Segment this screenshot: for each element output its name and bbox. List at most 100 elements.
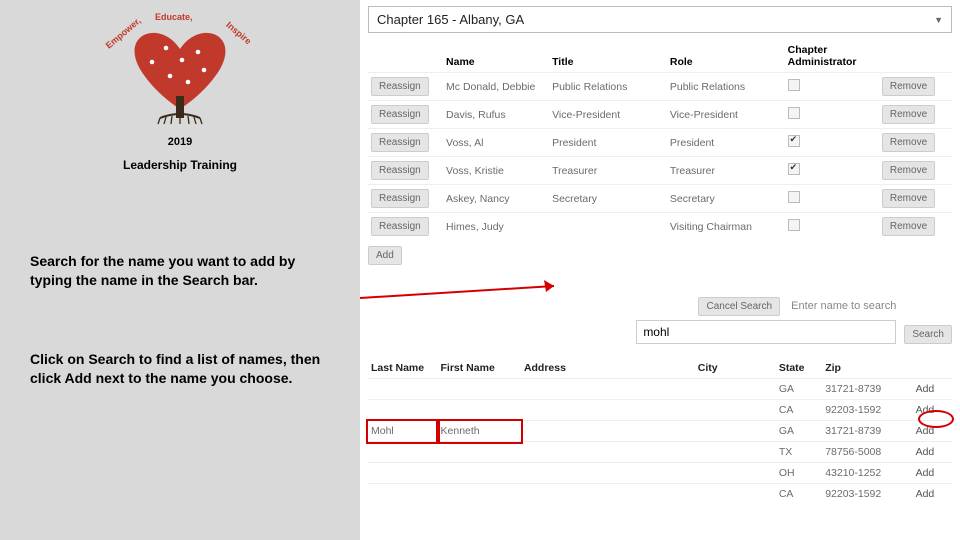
cell-role: President — [667, 129, 785, 157]
col-address: Address — [521, 358, 695, 379]
col-first: First Name — [438, 358, 521, 379]
table-row: ReassignAskey, NancySecretarySecretaryRe… — [368, 185, 952, 213]
admin-checkbox[interactable] — [788, 219, 800, 231]
admin-checkbox[interactable] — [788, 135, 800, 147]
result-row: TX78756-5008Add — [368, 442, 952, 463]
cell-name: Himes, Judy — [443, 213, 549, 241]
add-result-button[interactable]: Add — [916, 383, 935, 395]
table-row: ReassignVoss, AlPresidentPresidentRemove — [368, 129, 952, 157]
remove-button[interactable]: Remove — [882, 77, 935, 96]
cell-title — [549, 213, 667, 241]
col-zip: Zip — [822, 358, 912, 379]
search-bar: Cancel Search Enter name to search Searc… — [368, 297, 952, 344]
col-title: Title — [549, 41, 667, 73]
remove-button[interactable]: Remove — [882, 189, 935, 208]
instruction-2: Click on Search to find a list of names,… — [30, 350, 330, 388]
add-result-button[interactable]: Add — [916, 425, 935, 437]
reassign-button[interactable]: Reassign — [371, 133, 429, 152]
cell-zip: 92203-1592 — [822, 400, 912, 421]
cell-role: Visiting Chairman — [667, 213, 785, 241]
cell-role: Vice-President — [667, 101, 785, 129]
cell-last — [368, 442, 438, 463]
add-result-button[interactable]: Add — [916, 467, 935, 479]
cell-first — [438, 400, 521, 421]
members-table: Name Title Role ChapterAdministrator Rea… — [368, 41, 952, 240]
add-member-bar: Add — [368, 246, 952, 265]
remove-button[interactable]: Remove — [882, 161, 935, 180]
col-role: Role — [667, 41, 785, 73]
logo: Empower, Educate, Inspire — [100, 14, 260, 134]
add-result-button[interactable]: Add — [916, 488, 935, 500]
cell-city — [695, 484, 776, 505]
table-row: Reassign Mc Donald, DebbiePublic Relation… — [368, 73, 952, 101]
col-name: Name — [443, 41, 549, 73]
col-city: City — [695, 358, 776, 379]
cell-first — [438, 442, 521, 463]
add-result-button[interactable]: Add — [916, 446, 935, 458]
add-button[interactable]: Add — [368, 246, 402, 265]
sidebar: Empower, Educate, Inspire 2019 Leadershi… — [0, 0, 360, 540]
col-state: State — [776, 358, 822, 379]
search-input[interactable] — [636, 320, 896, 344]
cell-last — [368, 463, 438, 484]
cell-address — [521, 484, 695, 505]
table-row: ReassignDavis, RufusVice-PresidentVice-P… — [368, 101, 952, 129]
table-row: Reassign Himes, Judy Visiting Chairman Remo… — [368, 213, 952, 241]
cell-last — [368, 379, 438, 400]
cell-zip: 92203-1592 — [822, 484, 912, 505]
logo-block: Empower, Educate, Inspire 2019 — [30, 10, 330, 148]
cell-address — [521, 463, 695, 484]
chapter-dropdown-value: Chapter 165 - Albany, GA — [377, 12, 524, 27]
reassign-button[interactable]: Reassign — [371, 77, 429, 96]
cell-last — [368, 400, 438, 421]
cell-title: President — [549, 129, 667, 157]
admin-checkbox[interactable] — [788, 79, 800, 91]
remove-button[interactable]: Remove — [882, 105, 935, 124]
chevron-down-icon: ▼ — [934, 15, 943, 25]
cell-first — [438, 379, 521, 400]
cell-zip: 43210-1252 — [822, 463, 912, 484]
reassign-button[interactable]: Reassign — [371, 189, 429, 208]
add-result-button[interactable]: Add — [916, 404, 935, 416]
cell-last: Mohl — [368, 421, 438, 442]
cell-name: Davis, Rufus — [443, 101, 549, 129]
cell-title: Vice-President — [549, 101, 667, 129]
reassign-button[interactable]: Reassign — [371, 217, 429, 236]
cell-title: Public Relations — [549, 73, 667, 101]
admin-checkbox[interactable] — [788, 107, 800, 119]
cell-address — [521, 421, 695, 442]
result-row: CA92203-1592 Add — [368, 484, 952, 505]
remove-button[interactable]: Remove — [882, 217, 935, 236]
cell-city — [695, 442, 776, 463]
admin-checkbox[interactable] — [788, 191, 800, 203]
admin-checkbox[interactable] — [788, 163, 800, 175]
chapter-dropdown[interactable]: Chapter 165 - Albany, GA ▼ — [368, 6, 952, 33]
cell-address — [521, 442, 695, 463]
cell-zip: 78756-5008 — [822, 442, 912, 463]
col-last: Last Name — [368, 358, 438, 379]
cell-last — [368, 484, 438, 505]
cancel-search-button[interactable]: Cancel Search — [698, 297, 780, 316]
cell-name: Askey, Nancy — [443, 185, 549, 213]
remove-button[interactable]: Remove — [882, 133, 935, 152]
cell-state: OH — [776, 463, 822, 484]
search-results-table: Last Name First Name Address City State … — [368, 358, 952, 504]
cell-city — [695, 421, 776, 442]
result-row: CA92203-1592Add — [368, 400, 952, 421]
reassign-button[interactable]: Reassign — [371, 105, 429, 124]
cell-name: Mc Donald, Debbie — [443, 73, 549, 101]
cell-state: CA — [776, 484, 822, 505]
cell-first: Kenneth — [438, 421, 521, 442]
cell-city — [695, 463, 776, 484]
cell-city — [695, 400, 776, 421]
result-row: OH43210-1252 Add — [368, 463, 952, 484]
cell-name: Voss, Kristie — [443, 157, 549, 185]
reassign-button[interactable]: Reassign — [371, 161, 429, 180]
cell-city — [695, 379, 776, 400]
cell-address — [521, 379, 695, 400]
cell-role: Secretary — [667, 185, 785, 213]
cell-first — [438, 484, 521, 505]
search-placeholder-label: Enter name to search — [791, 300, 896, 312]
result-row: MohlKennethGA31721-8739Add — [368, 421, 952, 442]
search-button[interactable]: Search — [904, 325, 952, 344]
